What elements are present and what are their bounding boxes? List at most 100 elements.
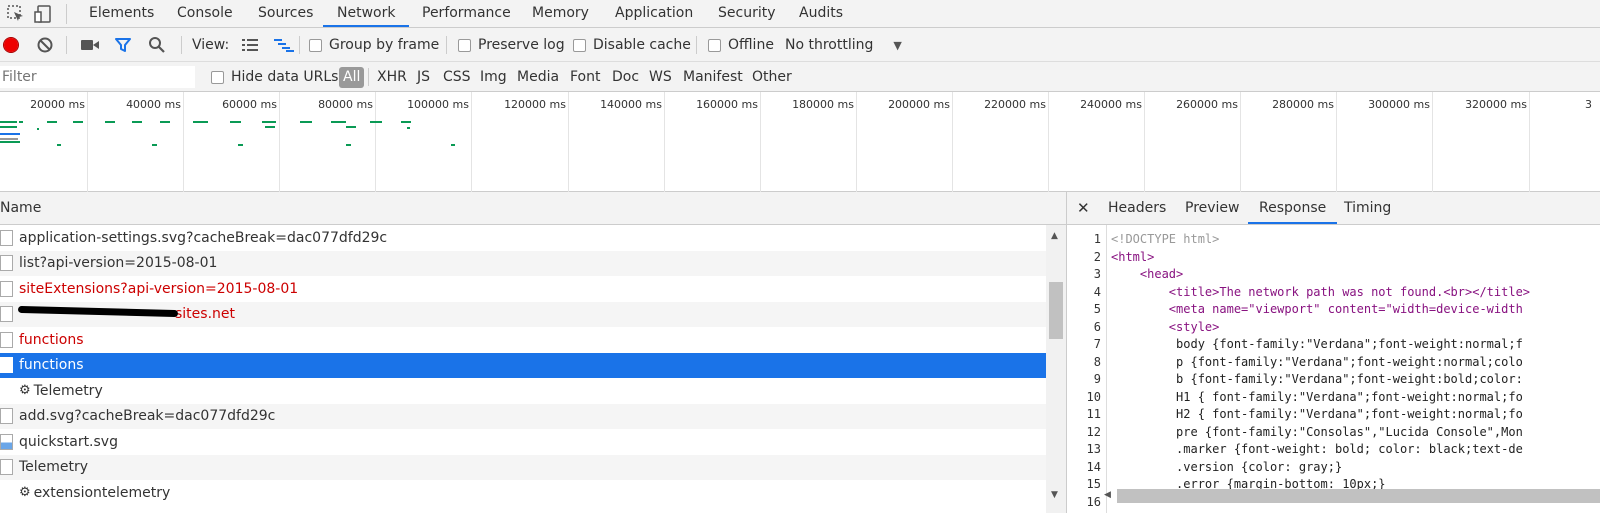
filter-input[interactable] xyxy=(0,66,195,88)
request-name: extensiontelemetry xyxy=(33,484,171,501)
overview-request-bar xyxy=(57,144,61,146)
request-row[interactable]: Telemetry xyxy=(0,454,1046,480)
filter-type-img[interactable]: Img xyxy=(480,62,507,92)
document-file-icon xyxy=(0,357,13,374)
filter-type-manifest[interactable]: Manifest xyxy=(683,62,743,92)
request-list-scrollbar[interactable]: ▲ ▼ xyxy=(1046,225,1066,513)
request-row[interactable]: functions xyxy=(0,352,1046,378)
filter-icon[interactable] xyxy=(114,28,132,62)
overview-tick-label: 240000 ms xyxy=(1080,98,1142,111)
request-row[interactable]: functions xyxy=(0,327,1046,353)
waterfall-overview-icon[interactable] xyxy=(274,28,294,62)
request-row[interactable]: add.svg?cacheBreak=dac077dfd29c xyxy=(0,403,1046,429)
filter-type-js[interactable]: JS xyxy=(417,62,430,92)
network-overview[interactable]: 20000 ms 40000 ms 60000 ms 80000 ms 100000 m… xyxy=(0,92,1600,192)
group-by-frame-label: Group by frame xyxy=(329,37,440,53)
clear-icon[interactable] xyxy=(37,28,53,62)
overview-tick-label: 320000 ms xyxy=(1465,98,1527,111)
tab-application[interactable]: Application xyxy=(615,0,693,27)
name-column-header[interactable]: Name xyxy=(0,192,1067,225)
overview-tick-label: 3 xyxy=(1585,98,1592,111)
request-row[interactable]: list?api-version=2015-08-01 xyxy=(0,250,1046,276)
request-name: functions xyxy=(19,331,84,348)
tab-memory[interactable]: Memory xyxy=(532,0,589,27)
offline-checkbox[interactable]: Offline xyxy=(708,28,774,62)
capture-screenshots-icon[interactable] xyxy=(80,28,100,62)
image-file-icon xyxy=(0,433,13,450)
tab-security[interactable]: Security xyxy=(718,0,776,27)
tab-preview[interactable]: Preview xyxy=(1185,192,1240,224)
tab-sources[interactable]: Sources xyxy=(258,0,313,27)
preserve-log-label: Preserve log xyxy=(478,37,565,53)
filter-type-media[interactable]: Media xyxy=(517,62,559,92)
line-number: 6 xyxy=(1093,319,1101,334)
filter-type-ws[interactable]: WS xyxy=(649,62,672,92)
request-row[interactable]: application-settings.svg?cacheBreak=dac0… xyxy=(0,225,1046,251)
overview-tick-label: 40000 ms xyxy=(126,98,181,111)
device-toolbar-icon[interactable] xyxy=(34,4,54,28)
request-name: list?api-version=2015-08-01 xyxy=(19,255,218,272)
document-file-icon xyxy=(0,280,13,297)
line-number-gutter: 1 2 3 4 5 6 7 8 9 10 11 12 13 14 15 16 xyxy=(1067,231,1105,511)
response-horizontal-scrollbar[interactable] xyxy=(1117,489,1600,503)
filter-type-all[interactable]: All xyxy=(339,67,365,88)
filter-type-css[interactable]: CSS xyxy=(443,62,471,92)
overview-tick-label: 160000 ms xyxy=(696,98,758,111)
request-row[interactable]: siteExtensions?api-version=2015-08-01 xyxy=(0,276,1046,302)
overview-request-bar xyxy=(262,121,276,123)
record-icon[interactable] xyxy=(2,28,20,62)
close-icon[interactable]: ✕ xyxy=(1077,192,1090,224)
overview-request-bar xyxy=(0,141,20,143)
filter-type-xhr[interactable]: XHR xyxy=(377,62,407,92)
line-number: 15 xyxy=(1086,477,1101,491)
filter-bar: Hide data URLs All XHR JS CSS Img Media … xyxy=(0,62,1600,92)
tab-console[interactable]: Console xyxy=(177,0,233,27)
filter-type-other[interactable]: Other xyxy=(752,62,792,92)
request-name: add.svg?cacheBreak=dac077dfd29c xyxy=(19,408,276,425)
request-name: quickstart.svg xyxy=(19,433,118,450)
filter-type-doc[interactable]: Doc xyxy=(612,62,639,92)
request-row[interactable]: ⚙ extensiontelemetry xyxy=(0,480,1046,506)
tab-performance[interactable]: Performance xyxy=(422,0,511,27)
tab-response[interactable]: Response xyxy=(1248,192,1338,224)
overview-request-bar xyxy=(160,121,170,123)
tab-timing[interactable]: Timing xyxy=(1344,192,1391,224)
line-number: 4 xyxy=(1093,284,1101,299)
scrollbar-thumb[interactable] xyxy=(1049,282,1063,339)
tab-audits[interactable]: Audits xyxy=(799,0,843,27)
tab-network[interactable]: Network xyxy=(323,0,410,27)
overview-request-bar xyxy=(331,121,346,123)
inspect-element-icon[interactable] xyxy=(6,4,26,28)
code-line: H1 { font-family:"Verdana";font-weight:n… xyxy=(1111,389,1523,404)
disable-cache-checkbox[interactable]: Disable cache xyxy=(573,28,691,62)
line-number: 10 xyxy=(1086,389,1101,404)
overview-tick-label: 280000 ms xyxy=(1272,98,1334,111)
overview-tick-label: 180000 ms xyxy=(792,98,854,111)
request-row[interactable]: sites.net xyxy=(0,301,1046,327)
scroll-left-icon[interactable]: ◀ xyxy=(1104,490,1111,500)
large-request-rows-icon[interactable] xyxy=(242,28,258,62)
code-line: H2 { font-family:"Verdana";font-weight:n… xyxy=(1111,407,1523,421)
preserve-log-checkbox[interactable]: Preserve log xyxy=(458,28,565,62)
response-viewer[interactable]: 1 2 3 4 5 6 7 8 9 10 11 12 13 14 15 16 <!DOCTYPE html> <… xyxy=(1067,225,1600,513)
scroll-up-icon[interactable]: ▲ xyxy=(1051,231,1058,241)
line-number: 2 xyxy=(1093,249,1101,264)
request-row[interactable]: ⚙ Telemetry xyxy=(0,378,1046,404)
scroll-down-icon[interactable]: ▼ xyxy=(1051,490,1058,500)
search-icon[interactable] xyxy=(148,28,166,62)
overview-request-bar xyxy=(346,144,351,146)
code-line: .version {color: gray;} xyxy=(1111,459,1343,474)
throttling-select[interactable]: No throttling ▼ xyxy=(785,28,902,62)
tab-elements[interactable]: Elements xyxy=(89,0,154,27)
overview-request-bar xyxy=(0,138,18,140)
filter-type-font[interactable]: Font xyxy=(570,62,600,92)
hide-data-urls-checkbox[interactable]: Hide data URLs xyxy=(211,62,338,92)
code-line: <title>The network path was not found.<b… xyxy=(1111,284,1531,299)
tab-headers[interactable]: Headers xyxy=(1108,192,1166,224)
overview-tick-label: 80000 ms xyxy=(318,98,373,111)
overview-tick-label: 300000 ms xyxy=(1368,98,1430,111)
line-number: 7 xyxy=(1093,337,1101,351)
hide-data-urls-label: Hide data URLs xyxy=(231,69,339,85)
request-row[interactable]: quickstart.svg xyxy=(0,429,1046,455)
group-by-frame-checkbox[interactable]: Group by frame xyxy=(309,28,439,62)
